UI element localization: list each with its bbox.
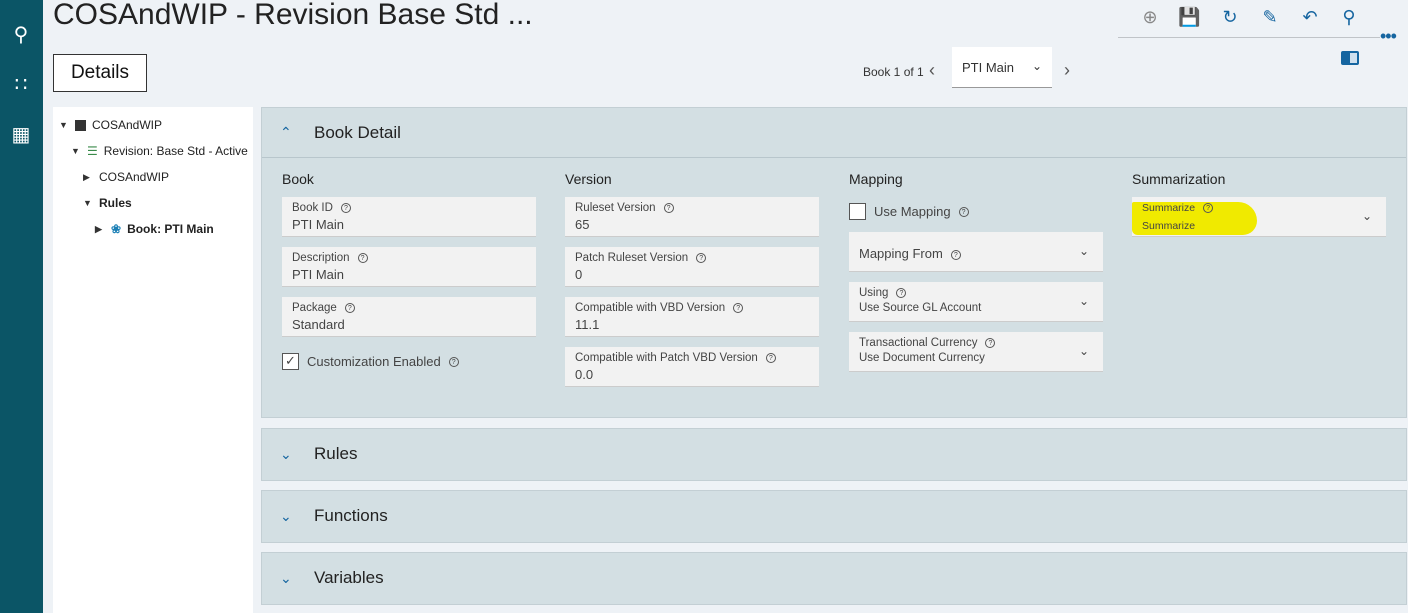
checkbox-unchecked-icon	[849, 203, 866, 220]
tree-item-label: Book: PTI Main	[127, 222, 214, 236]
search-icon[interactable]: ⚲	[1338, 6, 1360, 28]
tree-item[interactable]: ▼ COSAndWIP	[59, 118, 162, 132]
main-content: ⌃ Book Detail Book Version Mapping Summar…	[261, 107, 1407, 613]
details-button[interactable]: Details	[53, 54, 147, 92]
clean-icon[interactable]: ✎	[1259, 6, 1281, 28]
tree-item[interactable]: ▶ COSAndWIP	[83, 170, 169, 184]
book-id-field[interactable]: Book ID? PTI Main	[282, 197, 536, 237]
tree-item[interactable]: ▼ ☰ Revision: Base Std - Active	[71, 144, 248, 158]
section-title: Rules	[314, 444, 358, 463]
tree-item-label: COSAndWIP	[99, 170, 170, 184]
vbd-version-field[interactable]: Compatible with VBD Version? 11.1	[565, 297, 819, 337]
package-field[interactable]: Package? Standard	[282, 297, 536, 337]
add-icon[interactable]: ⊕	[1139, 6, 1161, 28]
help-icon: ?	[1203, 203, 1214, 213]
help-icon: ?	[733, 303, 744, 313]
chevron-down-icon: ⌄	[1031, 59, 1042, 73]
help-icon: ?	[340, 203, 351, 213]
using-select[interactable]: Using? Use Source GL Account ⌄	[849, 282, 1103, 322]
book-select[interactable]: PTI Main ⌄	[952, 47, 1052, 88]
transactional-currency-select[interactable]: Transactional Currency? Use Document Curr…	[849, 332, 1103, 372]
chevron-down-icon: ⌄	[1361, 209, 1372, 223]
variables-section[interactable]: ⌄ Variables	[261, 552, 1407, 605]
book-detail-header[interactable]: ⌃ Book Detail	[262, 108, 1406, 158]
apps-grid-icon[interactable]: ∷	[8, 72, 34, 98]
patch-ruleset-version-field[interactable]: Patch Ruleset Version? 0	[565, 247, 819, 287]
checkbox-checked-icon: ✓	[282, 353, 299, 370]
customization-enabled-checkbox[interactable]: ✓ Customization Enabled?	[282, 353, 459, 370]
save-icon[interactable]: 💾	[1178, 6, 1200, 28]
chevron-down-icon: ⌄	[280, 445, 292, 462]
dashboard-icon[interactable]: ▦	[8, 122, 34, 148]
help-icon: ?	[765, 353, 776, 363]
archive-icon	[75, 119, 86, 131]
refresh-icon[interactable]: ↻	[1219, 6, 1241, 28]
tree-item[interactable]: ▶ ❀ Book: PTI Main	[95, 222, 214, 236]
tree-item-label: COSAndWIP	[92, 118, 163, 132]
chevron-down-icon: ⌄	[1078, 244, 1089, 258]
prev-book-button[interactable]: ‹	[929, 60, 935, 81]
help-icon: ?	[344, 303, 355, 313]
version-heading: Version	[565, 171, 612, 187]
undo-icon[interactable]: ↶	[1299, 6, 1321, 28]
tree-panel: ▼ COSAndWIP ▼ ☰ Revision: Base Std - Active…	[53, 107, 253, 613]
book-icon: ❀	[111, 222, 122, 236]
help-icon: ?	[950, 250, 961, 260]
chevron-up-icon: ⌃	[280, 124, 292, 140]
side-panel-icon[interactable]	[1341, 51, 1359, 65]
revision-icon: ☰	[87, 144, 98, 158]
description-field[interactable]: Description? PTI Main	[282, 247, 536, 287]
help-icon: ?	[357, 253, 368, 263]
book-pager-label: Book 1 of 1	[863, 65, 924, 79]
section-title: Variables	[314, 568, 384, 587]
functions-section[interactable]: ⌄ Functions	[261, 490, 1407, 543]
chevron-down-icon: ⌄	[1078, 344, 1089, 358]
side-nav: ⚲ ∷ ▦	[0, 0, 43, 613]
tree-item-label: Revision: Base Std - Active	[103, 144, 248, 158]
help-icon: ?	[896, 288, 907, 298]
chevron-down-icon: ⌄	[280, 507, 292, 524]
help-icon: ?	[958, 206, 969, 217]
patch-vbd-version-field[interactable]: Compatible with Patch VBD Version? 0.0	[565, 347, 819, 387]
mapping-heading: Mapping	[849, 171, 903, 187]
use-mapping-checkbox[interactable]: Use Mapping?	[849, 203, 969, 220]
help-icon: ?	[985, 338, 996, 348]
section-title: Functions	[314, 506, 388, 525]
page-title: COSAndWIP - Revision Base Std ...	[53, 0, 533, 31]
tree-item[interactable]: ▼ Rules	[83, 196, 132, 210]
summarization-heading: Summarization	[1132, 171, 1226, 187]
more-icon[interactable]: •••	[1380, 26, 1397, 47]
summarize-select[interactable]: Summarize? Summarize ⌄	[1132, 197, 1386, 237]
search-icon[interactable]: ⚲	[8, 22, 34, 48]
help-icon: ?	[663, 203, 674, 213]
rules-section[interactable]: ⌄ Rules	[261, 428, 1407, 481]
book-detail-section: ⌃ Book Detail Book Version Mapping Summar…	[261, 107, 1407, 418]
section-title: Book Detail	[314, 122, 401, 142]
chevron-down-icon: ⌄	[280, 569, 292, 586]
tree-item-label: Rules	[99, 196, 132, 210]
help-icon: ?	[448, 356, 459, 367]
book-select-value: PTI Main	[962, 60, 1015, 75]
toolbar-divider	[1118, 37, 1380, 38]
book-heading: Book	[282, 171, 314, 187]
help-icon: ?	[696, 253, 707, 263]
chevron-down-icon: ⌄	[1078, 294, 1089, 308]
mapping-from-select[interactable]: Mapping From? ⌄	[849, 232, 1103, 272]
ruleset-version-field[interactable]: Ruleset Version? 65	[565, 197, 819, 237]
next-book-button[interactable]: ›	[1064, 60, 1070, 81]
